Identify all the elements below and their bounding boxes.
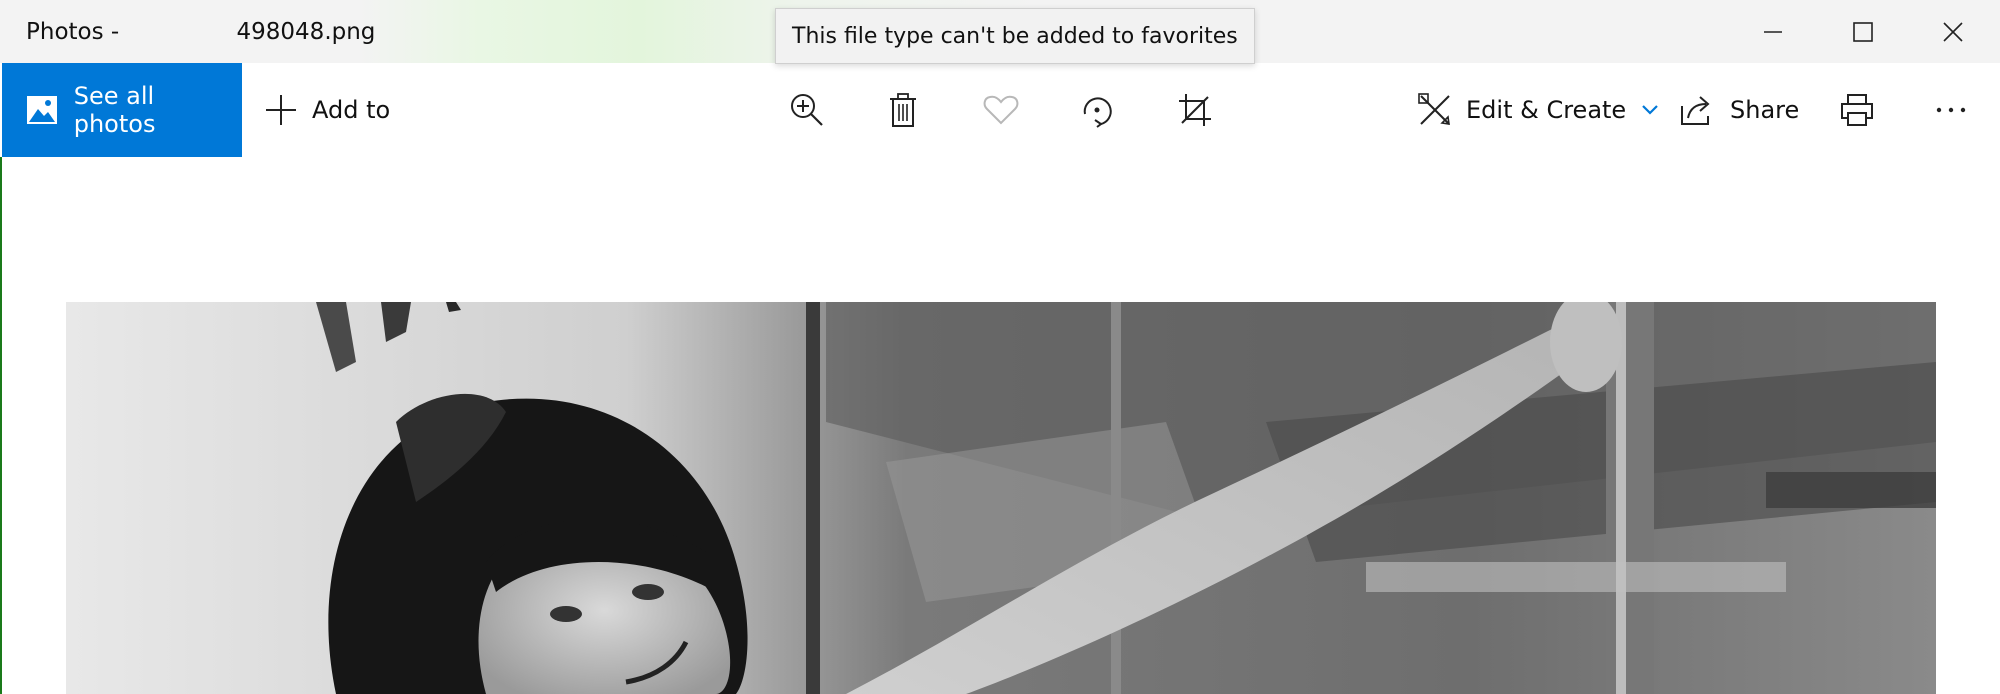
delete-icon [890, 93, 916, 127]
add-to-button[interactable]: Add to [264, 63, 390, 157]
maximize-button[interactable] [1818, 0, 1908, 63]
favorite-button[interactable] [968, 63, 1034, 157]
window-title: Photos - 498048.png [26, 19, 375, 45]
minimize-button[interactable] [1728, 0, 1818, 63]
zoom-button[interactable] [774, 63, 840, 157]
edit-create-button[interactable]: Edit & Create [1418, 63, 1660, 157]
see-all-photos-button[interactable]: See all photos [2, 63, 242, 157]
minimize-icon [1764, 30, 1782, 33]
add-to-label: Add to [312, 96, 391, 124]
file-name: 498048.png [236, 19, 376, 45]
edit-create-label: Edit & Create [1466, 96, 1627, 124]
maximize-icon [1853, 21, 1873, 42]
see-all-photos-label: See all photos [73, 82, 156, 138]
share-button[interactable]: Share [1680, 63, 1799, 157]
photo-viewport[interactable] [66, 302, 1936, 694]
close-icon [1943, 21, 1963, 42]
plus-icon [266, 95, 296, 125]
favorite-icon [983, 95, 1019, 125]
chevron-down-icon [1642, 105, 1658, 115]
more-icon [1936, 107, 1966, 113]
rotate-button[interactable] [1064, 63, 1130, 157]
share-icon [1681, 96, 1710, 125]
share-label: Share [1730, 96, 1800, 124]
crop-button[interactable] [1162, 63, 1228, 157]
print-button[interactable] [1824, 63, 1890, 157]
favorites-tooltip: This file type can't be added to favorit… [775, 8, 1255, 64]
more-options-button[interactable] [1918, 63, 1984, 157]
print-icon [1841, 94, 1873, 126]
delete-button[interactable] [870, 63, 936, 157]
close-button[interactable] [1908, 0, 1998, 63]
photo-image [66, 302, 1936, 694]
edit-create-icon [1418, 93, 1450, 125]
crop-icon [1179, 94, 1211, 126]
app-name: Photos - [26, 19, 127, 45]
rotate-icon [1083, 97, 1112, 128]
zoom-in-icon [791, 94, 823, 126]
photos-icon [27, 96, 57, 124]
